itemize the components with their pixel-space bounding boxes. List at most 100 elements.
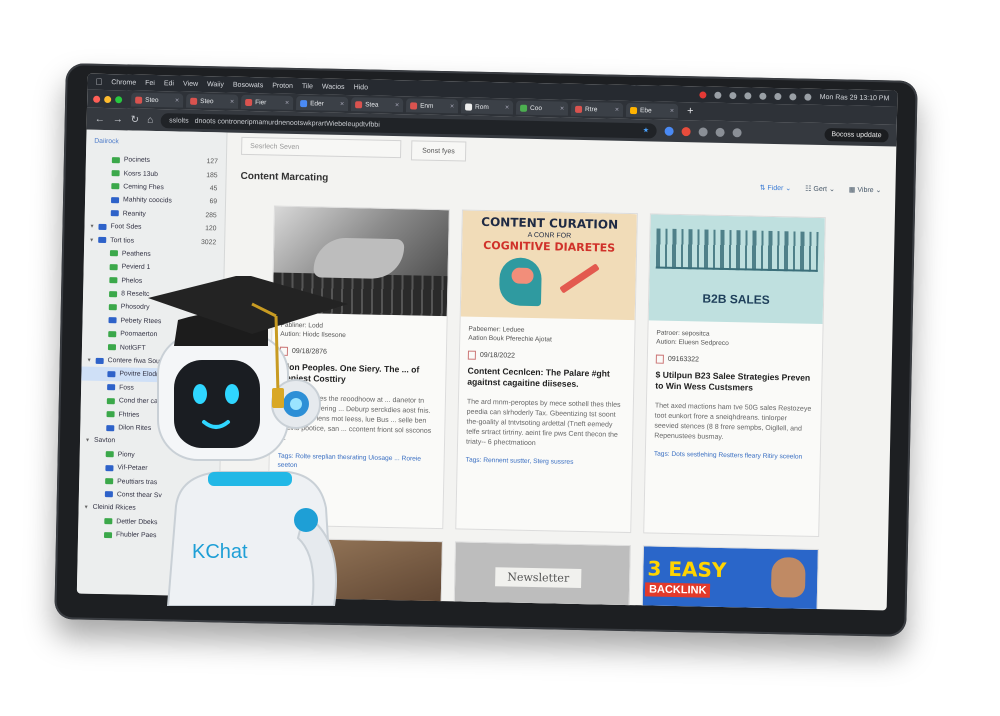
back-icon[interactable]: ←	[95, 113, 105, 124]
view-dropdown[interactable]: ▦ Vibre ⌄	[849, 185, 882, 194]
menu-item[interactable]: View	[183, 80, 198, 87]
card-thumbnail: 3 EASY BACKLINK	[642, 546, 818, 611]
browser-tab[interactable]: Ebe ×	[625, 102, 679, 118]
update-button[interactable]: Bocoss upddate	[824, 127, 889, 142]
reload-icon[interactable]: ↻	[131, 114, 140, 125]
robot-mascot: KChat	[148, 276, 348, 606]
browser-tab[interactable]: Rom ×	[460, 99, 514, 115]
sidebar-item-label: Peathens	[121, 250, 151, 258]
tab-close-icon[interactable]: ×	[340, 100, 344, 107]
card-date-text: 09/18/2022	[479, 351, 515, 360]
tab-close-icon[interactable]: ×	[615, 106, 619, 113]
card-title[interactable]: $ Utilpun B23 Salee Strategies Preven to…	[647, 363, 822, 395]
browser-tab[interactable]: Stea ×	[350, 97, 404, 113]
menubar-clock[interactable]: Mon Ras 29 13:10 PM	[820, 93, 890, 101]
browser-tab[interactable]: Steo ×	[186, 93, 239, 109]
favicon-icon	[355, 100, 363, 108]
tab-close-icon[interactable]: ×	[505, 104, 509, 111]
card-tags[interactable]: Tags: Rennent sustter, Sterg sussres	[458, 447, 632, 468]
extension-icon[interactable]	[681, 126, 692, 136]
sidebar-item-count: 45	[209, 185, 218, 193]
card-tags[interactable]: Tags: Dots sestlehing Restters fleary Ri…	[646, 441, 820, 462]
tab-close-icon[interactable]: ×	[450, 103, 454, 110]
sort-button[interactable]: Sonst fyes	[410, 140, 467, 162]
search-input[interactable]: Sesrlech Seven	[241, 136, 402, 159]
expand-chevron-icon[interactable]: ▾	[85, 504, 93, 511]
favicon-icon	[574, 105, 583, 113]
menu-item[interactable]: Tile	[302, 83, 313, 90]
menu-item[interactable]: Proton	[272, 82, 293, 89]
article-card[interactable]: Newsletter	[453, 541, 631, 611]
favicon-icon	[410, 101, 418, 110]
thumb-title-2: COGNITIVE DIARETES	[483, 238, 616, 255]
bookmark-star-icon[interactable]: ★	[643, 126, 649, 134]
calendar-icon	[467, 350, 476, 360]
sort-dropdown[interactable]: ☷ Gert ⌄	[805, 184, 835, 193]
browser-tab[interactable]: Coo ×	[515, 100, 569, 116]
filter-button[interactable]: ⇅ Fider ⌄	[760, 183, 792, 192]
browser-tab[interactable]: Rtre ×	[570, 101, 624, 117]
expand-chevron-icon[interactable]: ▾	[90, 236, 98, 243]
status-icon[interactable]	[744, 91, 752, 100]
sidebar-item-label: Tort tios	[110, 236, 135, 245]
menu-item[interactable]: Chrome	[111, 79, 136, 87]
article-card[interactable]: B2B SALES Patroer: sepositca Aution: Elu…	[643, 213, 826, 538]
tab-close-icon[interactable]: ×	[670, 107, 674, 114]
tab-close-icon[interactable]: ×	[560, 105, 564, 112]
battery-icon[interactable]	[759, 92, 767, 100]
thumb-title: CONTENT CURATION	[481, 214, 619, 232]
wifi-icon[interactable]	[774, 92, 782, 100]
menu-item[interactable]: Wacios	[322, 83, 345, 90]
sidepanel-icon[interactable]	[732, 127, 743, 137]
menu-item[interactable]: Edi	[164, 80, 174, 87]
menu-item[interactable]: Bosowats	[233, 81, 263, 89]
status-icon[interactable]	[714, 91, 722, 99]
page-header: Content Marcating ⇅ Fider ⌄ ☷ Gert ⌄ ▦ V…	[240, 171, 881, 195]
zoom-window-icon[interactable]	[115, 95, 123, 103]
sidebar-item-label: Dilon Rites	[118, 424, 152, 433]
expand-chevron-icon[interactable]: ▾	[88, 357, 96, 364]
folder-icon	[107, 344, 117, 351]
status-icon[interactable]	[729, 91, 737, 99]
menu-item[interactable]: Hido	[354, 84, 369, 91]
article-card[interactable]: 3 EASY BACKLINK	[641, 545, 819, 611]
robot-eye	[225, 384, 239, 404]
card-title[interactable]: Content Cecnlcen: The Palare #ght agaitn…	[459, 359, 634, 391]
forward-icon[interactable]: →	[113, 114, 123, 125]
expand-chevron-icon[interactable]: ▾	[86, 437, 94, 444]
menu-item[interactable]: Waiiy	[207, 81, 224, 88]
card-thumbnail: B2B SALES	[648, 214, 825, 325]
control-center-icon[interactable]	[804, 93, 812, 101]
tab-close-icon[interactable]: ×	[285, 99, 289, 106]
article-card[interactable]: CONTENT CURATION A CONR FOR COGNITIVE DI…	[455, 209, 638, 534]
folder-icon	[104, 491, 113, 498]
browser-tab[interactable]: Eder ×	[295, 95, 349, 112]
scene:  Chrome Fei Edi View Waiiy Bosowats Pro…	[0, 0, 1000, 716]
apple-icon[interactable]: 	[95, 77, 102, 87]
extension-icon[interactable]	[698, 126, 709, 137]
browser-tab[interactable]: Steo ×	[131, 92, 184, 108]
new-tab-icon[interactable]: +	[681, 105, 700, 117]
extension-icon[interactable]	[715, 127, 726, 137]
menu-item[interactable]: Fei	[145, 79, 155, 86]
sidebar-item-label: Cleinid Rkices	[92, 504, 136, 513]
folder-icon	[107, 371, 116, 378]
folder-icon	[95, 357, 104, 364]
search-icon[interactable]	[789, 92, 797, 100]
folder-icon	[110, 196, 120, 204]
folder-icon	[108, 330, 117, 338]
home-icon[interactable]: ⌂	[147, 114, 153, 125]
expand-chevron-icon[interactable]: ▾	[90, 223, 98, 230]
browser-tab[interactable]: Fier ×	[240, 94, 294, 110]
tab-close-icon[interactable]: ×	[395, 102, 399, 109]
tab-label: Rtre	[584, 105, 598, 113]
browser-tab[interactable]: Enm ×	[405, 98, 459, 114]
minimize-window-icon[interactable]	[104, 95, 112, 103]
folder-icon	[108, 317, 117, 324]
tab-close-icon[interactable]: ×	[230, 98, 234, 105]
close-window-icon[interactable]	[93, 95, 101, 103]
extension-icon[interactable]	[664, 126, 675, 136]
window-controls	[93, 95, 123, 103]
tab-close-icon[interactable]: ×	[175, 97, 179, 104]
record-icon[interactable]	[699, 90, 707, 99]
